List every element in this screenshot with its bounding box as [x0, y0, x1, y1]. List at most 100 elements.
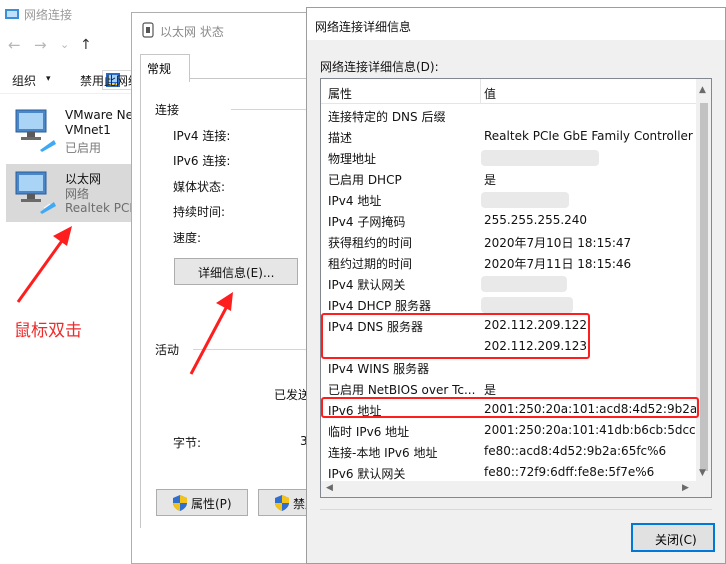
details-row[interactable]: IPv4 DHCP 服务器 [321, 294, 697, 315]
column-property[interactable]: 属性 [328, 85, 352, 102]
ipv6-connection-label: IPv6 连接: [173, 154, 231, 168]
status-tabstrip: 常规 [132, 51, 320, 82]
details-row-property: IPv4 地址 [328, 194, 382, 208]
scroll-left-icon[interactable]: ◀ [326, 483, 333, 493]
media-state-label: 媒体状态: [173, 180, 226, 194]
organize-chevron-down-icon[interactable]: ▾ [46, 74, 51, 84]
adapter-vmnet1[interactable]: VMware Ne VMnet1 已启用 [6, 102, 134, 160]
details-row[interactable]: 临时 IPv6 地址 2001:250:20a:101:41db:b6cb:5dc… [321, 420, 711, 441]
vertical-scroll-thumb[interactable] [700, 103, 708, 471]
details-listview[interactable]: 属性 值 连接特定的 DNS 后缀描述 Realtek PCIe GbE Fami… [320, 78, 712, 498]
details-button-label: 详细信息(E)... [198, 266, 275, 280]
details-row-value: 255.255.255.240 [484, 213, 588, 227]
uac-shield-icon [173, 495, 187, 511]
details-row[interactable]: 物理地址 [321, 147, 697, 168]
status-dialog-title: 以太网 状态 [160, 25, 224, 39]
activity-group-line [193, 349, 320, 350]
details-row-value: fe80::acd8:4d52:9b2a:65fc%6 [484, 444, 667, 458]
details-row[interactable]: IPv4 地址 [321, 189, 697, 210]
annotation-dns-box [321, 313, 590, 359]
duration-label: 持续时间: [173, 205, 226, 219]
adapter-network: 网络 [65, 187, 90, 201]
vertical-scrollbar[interactable]: ▲ ▼ [696, 79, 711, 481]
details-row[interactable]: 已启用 NetBIOS over Tc... 是 [321, 378, 697, 399]
details-row-property: 描述 [328, 131, 353, 145]
scroll-down-icon[interactable]: ▼ [699, 468, 706, 478]
details-row-property: 连接特定的 DNS 后缀 [328, 110, 446, 124]
adapter-ethernet[interactable]: 以太网 网络 Realtek PCI [6, 164, 134, 222]
recent-chevron-down-icon[interactable]: ⌄ [60, 36, 69, 54]
scroll-up-icon[interactable]: ▲ [699, 85, 706, 95]
connection-group-label: 连接 [155, 103, 180, 117]
details-row[interactable]: 获得租约的时间 2020年7月10日 18:15:47 [321, 231, 697, 252]
up-arrow-icon[interactable]: ↑ [80, 36, 92, 54]
details-row[interactable]: IPv4 WINS 服务器 [321, 357, 697, 378]
details-divider [320, 509, 712, 510]
details-row[interactable]: IPv6 默认网关 fe80::72f9:6dff:fe8e:5f7e%6 [321, 462, 697, 483]
details-row-value: fe80::72f9:6dff:fe8e:5f7e%6 [484, 465, 655, 479]
details-row[interactable]: IPv4 默认网关 [321, 273, 697, 294]
details-row[interactable]: IPv4 子网掩码 255.255.255.240 [321, 210, 697, 231]
details-row[interactable]: 连接特定的 DNS 后缀 [321, 105, 697, 126]
redacted-value [481, 276, 567, 292]
horizontal-scrollbar[interactable]: ◀ ▶ [321, 481, 696, 497]
properties-button[interactable]: 属性(P) [156, 489, 248, 516]
details-row-property: IPv6 默认网关 [328, 467, 406, 481]
annotation-double-click-text: 鼠标双击 [14, 321, 82, 341]
details-row-property: IPv4 默认网关 [328, 278, 406, 292]
redacted-value [481, 150, 599, 166]
network-port-icon [142, 22, 154, 38]
close-button-label: 关闭(C) [655, 533, 697, 547]
details-row-property: IPv4 DHCP 服务器 [328, 299, 432, 313]
tab-general[interactable]: 常规 [140, 54, 190, 82]
details-list-header: 属性 值 [321, 79, 711, 104]
details-row-property: IPv4 WINS 服务器 [328, 362, 430, 376]
uac-shield-icon [275, 495, 289, 511]
activity-group-label: 活动 [155, 343, 180, 357]
network-connections-window: 网络连接 ← → ⌄ ↑ 组织 ▾ 禁用此网络 VMware Ne VMnet1 [0, 0, 134, 564]
details-row-value: 是 [484, 173, 497, 187]
adapter-status: 已启用 [65, 141, 102, 155]
network-adapter-icon [15, 109, 56, 152]
details-row-value: 2001:250:20a:101:41db:b6cb:5dcc:fec [484, 423, 712, 437]
details-button[interactable]: 详细信息(E)... [174, 258, 298, 285]
explorer-command-bar: 组织 ▾ 禁用此网络 [0, 64, 134, 94]
details-list-label: 网络连接详细信息(D): [320, 60, 439, 74]
details-row[interactable]: 描述 Realtek PCIe GbE Family Controller [321, 126, 697, 147]
organize-menu[interactable]: 组织 [12, 72, 36, 89]
details-titlebar: 网络连接详细信息 [307, 8, 725, 40]
details-row-property: 已启用 DHCP [328, 173, 402, 187]
disable-device-button[interactable]: 禁用此网络 [80, 72, 134, 89]
sent-label: 已发送 [274, 388, 311, 402]
bytes-label: 字节: [173, 436, 202, 450]
details-row[interactable]: 已启用 DHCP 是 [321, 168, 697, 189]
network-folder-icon [5, 9, 19, 19]
explorer-nav-bar: ← → ⌄ ↑ [0, 34, 134, 90]
details-row-value: 2020年7月10日 18:15:47 [484, 236, 632, 250]
details-row-property: 获得租约的时间 [328, 236, 413, 250]
column-separator[interactable] [480, 79, 481, 104]
forward-arrow-icon[interactable]: → [34, 36, 47, 54]
details-row-property: 物理地址 [328, 152, 377, 166]
column-value[interactable]: 值 [484, 85, 496, 102]
details-row-property: 临时 IPv6 地址 [328, 425, 410, 439]
speed-label: 速度: [173, 231, 202, 245]
details-row[interactable]: 连接-本地 IPv6 地址 fe80::acd8:4d52:9b2a:65fc%6 [321, 441, 697, 462]
details-dialog-title: 网络连接详细信息 [315, 20, 412, 34]
network-adapter-icon [15, 171, 56, 214]
back-arrow-icon[interactable]: ← [8, 36, 21, 54]
redacted-value [481, 192, 569, 208]
status-panel: 连接 IPv4 连接: IPv6 连接: 媒体状态: 持续时间: 速度: 详细信… [140, 78, 320, 528]
close-button[interactable]: 关闭(C) [631, 523, 715, 552]
details-row[interactable]: 租约过期的时间 2020年7月11日 18:15:46 [321, 252, 697, 273]
details-row-property: 连接-本地 IPv6 地址 [328, 446, 438, 460]
adapter-network: VMnet1 [65, 123, 111, 137]
redacted-value [481, 297, 573, 313]
adapter-name: VMware Ne [65, 108, 133, 122]
properties-button-label: 属性(P) [191, 497, 232, 511]
annotation-ipv6-box [321, 397, 699, 418]
tab-general-label: 常规 [147, 62, 172, 76]
details-row-value: 是 [484, 383, 497, 397]
adapter-device: Realtek PCI [65, 201, 133, 215]
scroll-right-icon[interactable]: ▶ [682, 483, 689, 493]
